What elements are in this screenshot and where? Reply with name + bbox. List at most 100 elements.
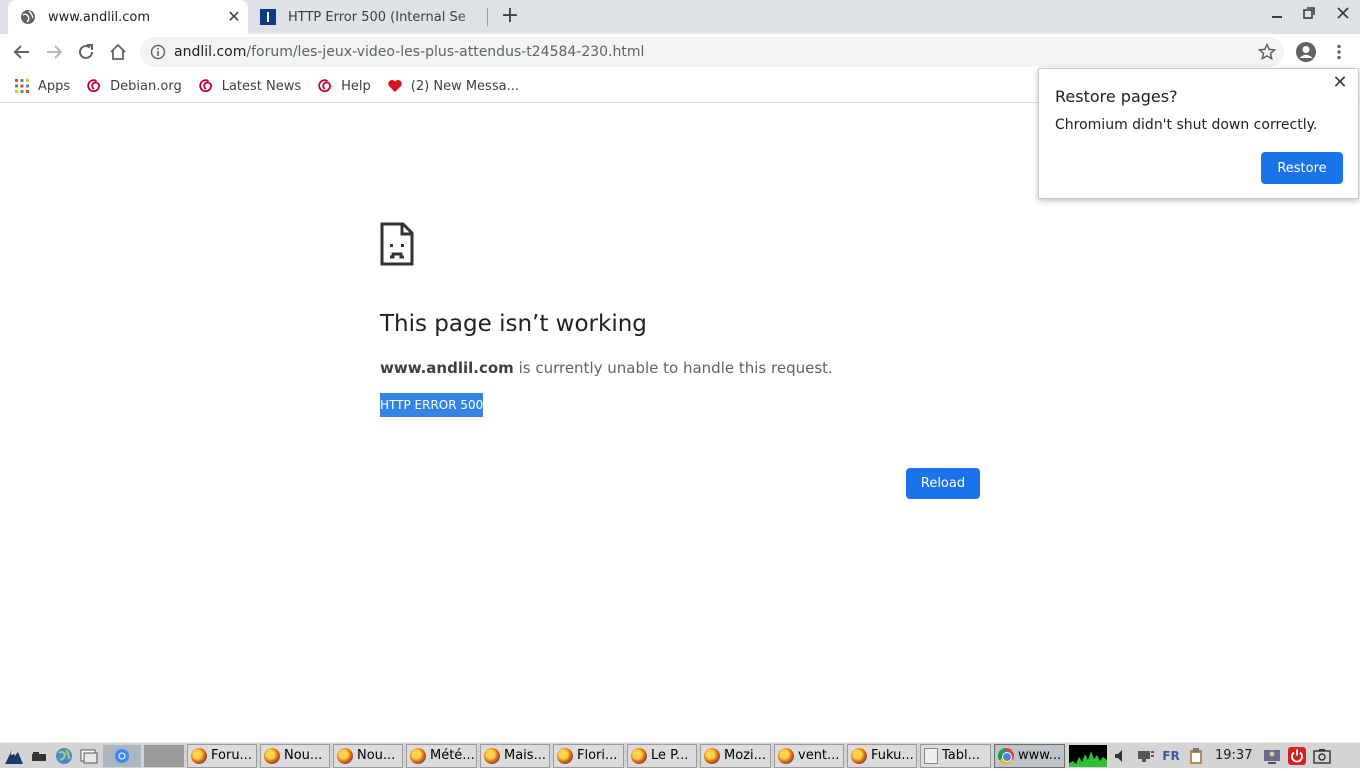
taskbar-item[interactable]: Le P... [627, 743, 697, 768]
taskbar-item[interactable]: Mozi... [700, 743, 771, 768]
menu-button[interactable] [1326, 39, 1352, 65]
reload-icon [79, 44, 93, 59]
firefox-icon [557, 747, 573, 764]
info-icon[interactable] [150, 44, 166, 60]
bookmark-new-messages[interactable]: (2) New Messa... [387, 78, 519, 94]
taskbar-item[interactable]: Mété... [406, 743, 477, 768]
task-label: vent... [798, 748, 840, 763]
forward-button[interactable] [41, 39, 67, 65]
popup-title: Restore pages? [1055, 87, 1178, 106]
address-bar[interactable]: andlil.com/forum/les-jeux-video-les-plus… [140, 37, 1284, 67]
file-manager-icon[interactable] [78, 745, 100, 767]
reload-toolbar-button[interactable] [73, 39, 99, 65]
page-content: This page isn’t working www.andlil.com i… [0, 104, 1360, 742]
chromium-launcher-icon[interactable] [103, 744, 141, 767]
network-globe-icon[interactable] [53, 745, 75, 767]
firefox-icon [778, 747, 794, 764]
globe-icon [21, 10, 35, 24]
start-menu-icon[interactable] [3, 745, 25, 767]
restore-pages-popup: Restore pages? ✕ Chromium didn't shut do… [1038, 68, 1359, 199]
task-label: Nou... [284, 748, 323, 763]
minimize-icon[interactable] [1267, 7, 1287, 27]
toolbar: andlil.com/forum/les-jeux-video-les-plus… [0, 34, 1360, 70]
task-label: Mais... [504, 748, 546, 763]
bookmark-label: Latest News [221, 78, 302, 94]
close-window-icon[interactable] [1333, 7, 1353, 27]
debian-swirl-icon [318, 79, 332, 93]
taskbar-item[interactable]: Fuku... [847, 743, 917, 768]
taskbar: Foru... Nou... Nou... Mété... Mais... Fl… [0, 742, 1360, 768]
page-title: This page isn’t working [380, 311, 647, 337]
firefox-icon [191, 747, 207, 764]
power-icon[interactable] [1286, 745, 1308, 767]
bookmark-label: Help [341, 78, 371, 94]
cpu-monitor [1069, 744, 1107, 767]
error-code: HTTP ERROR 500 [380, 393, 484, 417]
task-label: Fuku... [871, 748, 914, 763]
task-label: Foru... [211, 748, 252, 763]
apps-grid-icon [15, 79, 29, 93]
user-icon[interactable] [1261, 745, 1283, 767]
task-label: Mété... [430, 748, 475, 763]
taskbar-item[interactable]: Mais... [480, 743, 550, 768]
tab-title: www.andlil.com [48, 9, 151, 25]
taskbar-item-active[interactable]: www... [994, 743, 1065, 768]
task-label: Flori... [577, 748, 618, 763]
firefox-icon [631, 747, 647, 764]
firefox-icon [851, 747, 867, 764]
debian-swirl-icon [199, 79, 212, 93]
error-description: www.andlil.com is currently unable to ha… [380, 359, 833, 377]
tab-close-icon[interactable]: ✕ [226, 9, 242, 25]
taskbar-item[interactable]: Nou... [260, 743, 330, 768]
task-label: www... [1018, 748, 1062, 763]
profile-button[interactable] [1293, 39, 1319, 65]
taskbar-item[interactable]: Flori... [553, 743, 624, 768]
firefox-icon [410, 747, 426, 764]
arrow-right-icon [47, 45, 63, 59]
firefox-icon [704, 747, 720, 764]
sound-icon[interactable] [1110, 745, 1132, 767]
tab-http-error[interactable]: HTTP Error 500 (Internal Se [248, 0, 488, 34]
url-path: /forum/les-jeux-video-les-plus-attendus-… [246, 44, 645, 60]
show-desktop-icon[interactable] [28, 745, 50, 767]
taskbar-item[interactable]: Nou... [333, 743, 403, 768]
task-label: Tabl... [942, 748, 981, 763]
home-icon [110, 43, 126, 60]
tab-title: HTTP Error 500 (Internal Se [288, 9, 466, 25]
kebab-menu-icon [1337, 44, 1341, 60]
keyboard-layout[interactable]: FR [1160, 745, 1182, 767]
error-host: www.andlil.com [380, 359, 514, 377]
bookmark-apps[interactable]: Apps [14, 78, 70, 94]
bookmark-label: (2) New Messa... [410, 78, 519, 94]
restore-button[interactable]: Restore [1261, 152, 1343, 184]
new-tab-button[interactable]: + [498, 5, 522, 29]
error-description-text: is currently unable to handle this reque… [513, 359, 833, 377]
tab-andlil[interactable]: www.andlil.com ✕ [8, 0, 248, 34]
task-label: Le P... [651, 748, 689, 763]
bookmark-debian[interactable]: Debian.org [86, 78, 182, 94]
screenshot-icon[interactable] [1311, 745, 1333, 767]
url-host: andlil.com [174, 44, 247, 60]
popup-body: Chromium didn't shut down correctly. [1055, 117, 1318, 133]
arrow-left-icon [13, 45, 29, 59]
taskbar-item[interactable]: Foru... [187, 743, 257, 768]
network-connection-icon[interactable] [1135, 745, 1157, 767]
bookmark-latest-news[interactable]: Latest News [198, 78, 301, 94]
taskbar-item[interactable]: Tabl... [920, 743, 991, 768]
tab-separator [487, 8, 488, 26]
task-label: Nou... [357, 748, 396, 763]
bookmark-help[interactable]: Help [317, 78, 371, 94]
maximize-icon[interactable] [1299, 7, 1319, 27]
back-button[interactable] [9, 39, 35, 65]
workspace-switcher[interactable] [144, 744, 184, 767]
document-icon [924, 747, 938, 764]
taskbar-item[interactable]: vent... [774, 743, 844, 768]
clipboard-icon[interactable] [1185, 745, 1207, 767]
reload-button[interactable]: Reload [906, 468, 980, 499]
close-icon[interactable]: ✕ [1332, 74, 1348, 92]
bookmark-label: Apps [38, 78, 71, 94]
clock[interactable]: 19:37 [1215, 748, 1252, 763]
home-button[interactable] [105, 39, 131, 65]
bookmark-star-icon[interactable] [1258, 43, 1276, 61]
chromium-icon [998, 747, 1014, 764]
